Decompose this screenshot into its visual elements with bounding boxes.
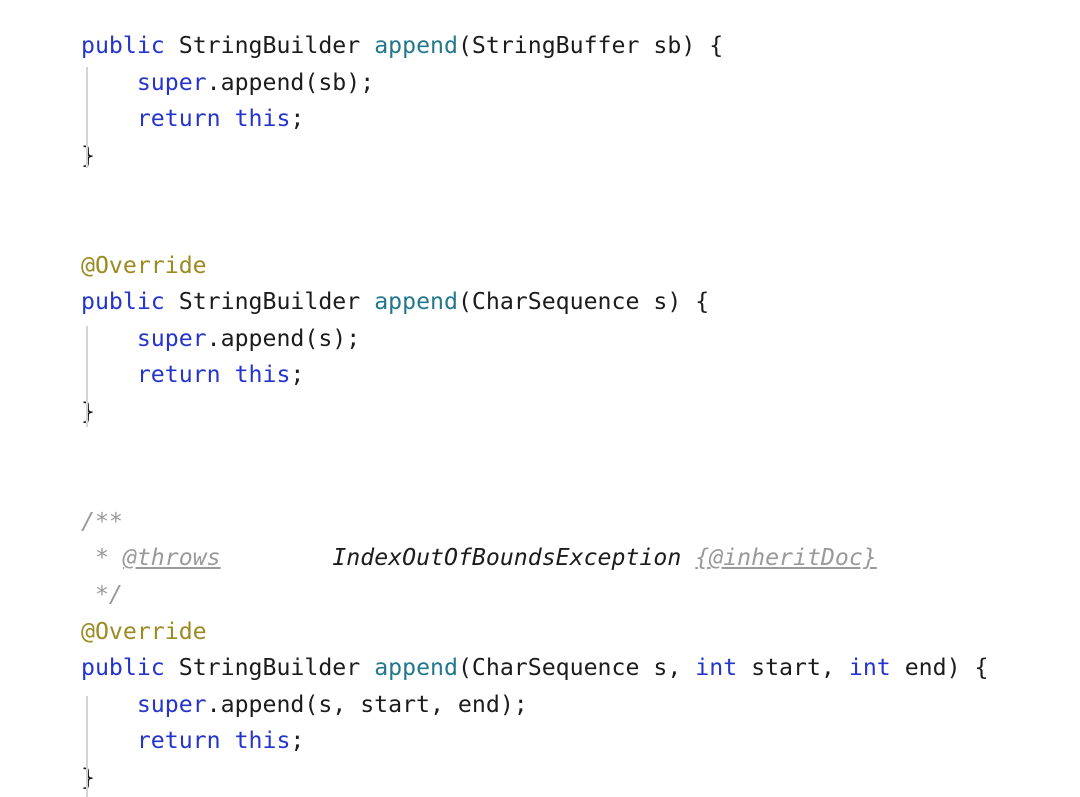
token-comment xyxy=(221,544,333,571)
token-keyword: int xyxy=(848,654,891,682)
token-keyword: super xyxy=(136,68,207,96)
code-line[interactable]: public StringBuilder append(CharSequence… xyxy=(81,284,988,321)
token-javadoc-tag: {@inheritDoc} xyxy=(695,544,877,572)
token-comment xyxy=(681,544,695,571)
code-blank-line[interactable] xyxy=(81,431,988,468)
code-line[interactable]: } xyxy=(81,760,988,797)
code-line[interactable]: /** xyxy=(81,504,988,541)
token-method-name: append xyxy=(374,654,458,682)
token-keyword: super xyxy=(136,324,207,352)
token-text: (CharSequence s, xyxy=(457,654,696,682)
token-text: } xyxy=(81,397,95,425)
code-line[interactable]: super.append(sb); xyxy=(81,65,988,102)
code-line[interactable]: */ xyxy=(81,577,988,614)
code-content[interactable]: public StringBuilder append(StringBuffer… xyxy=(81,28,988,797)
token-text: StringBuilder xyxy=(178,288,361,316)
code-line[interactable]: return this; xyxy=(81,723,988,760)
token-text: start, xyxy=(737,654,849,682)
code-line[interactable]: super.append(s); xyxy=(81,321,988,358)
token-javadoc-tag: @throws xyxy=(122,544,221,572)
token-text: ; xyxy=(290,727,305,755)
token-text: } xyxy=(81,141,95,169)
token-text: (StringBuffer sb) { xyxy=(457,32,724,59)
indent-guide-line xyxy=(86,696,88,797)
code-line[interactable]: } xyxy=(81,138,988,175)
token-method-name: append xyxy=(374,32,458,59)
token-text: ; xyxy=(290,105,305,133)
token-keyword: public xyxy=(81,288,165,316)
code-line[interactable]: super.append(s, start, end); xyxy=(81,687,988,724)
token-comment: * xyxy=(81,544,123,572)
token-text: .append(s, start, end); xyxy=(206,690,528,718)
code-line[interactable]: public StringBuilder append(CharSequence… xyxy=(81,650,988,687)
token-text: .append(sb); xyxy=(206,68,375,96)
token-keyword: int xyxy=(695,654,738,682)
token-keyword: this xyxy=(234,727,291,755)
token-text: StringBuilder xyxy=(178,32,361,59)
token-annotation: @Override xyxy=(81,251,207,279)
token-text: StringBuilder xyxy=(178,654,361,682)
token-keyword: return xyxy=(136,105,221,133)
token-text: (CharSequence s) { xyxy=(457,288,710,316)
code-line[interactable]: } xyxy=(81,394,988,431)
token-keyword: public xyxy=(81,654,165,682)
token-text: end) { xyxy=(890,654,989,682)
token-keyword: return xyxy=(136,727,221,755)
token-text: .append(s); xyxy=(206,324,361,352)
token-text: } xyxy=(81,763,95,791)
code-blank-line[interactable] xyxy=(81,174,988,211)
code-line[interactable]: * @throws IndexOutOfBoundsException {@in… xyxy=(81,540,988,577)
token-annotation: @Override xyxy=(81,617,207,645)
token-keyword: public xyxy=(81,32,165,59)
token-method-name: append xyxy=(374,288,458,316)
indent-guide-line xyxy=(86,67,88,168)
code-viewer[interactable]: public StringBuilder append(StringBuffer… xyxy=(0,0,1080,797)
token-keyword: super xyxy=(136,690,207,718)
code-line[interactable]: return this; xyxy=(81,101,988,138)
code-line[interactable]: @Override xyxy=(81,614,988,651)
code-line[interactable]: public StringBuilder append(StringBuffer… xyxy=(81,28,988,65)
indent-guide-line xyxy=(86,326,88,427)
token-keyword: this xyxy=(234,361,291,389)
token-comment: /** xyxy=(81,507,123,535)
code-line[interactable]: @Override xyxy=(81,248,988,285)
token-keyword: this xyxy=(234,105,291,133)
code-line[interactable]: return this; xyxy=(81,357,988,394)
token-text: ; xyxy=(290,361,305,389)
code-blank-line[interactable] xyxy=(81,467,988,504)
code-blank-line[interactable] xyxy=(81,211,988,248)
token-javadoc-type: IndexOutOfBoundsException xyxy=(332,544,682,572)
token-comment: */ xyxy=(81,580,123,608)
token-keyword: return xyxy=(136,361,221,389)
